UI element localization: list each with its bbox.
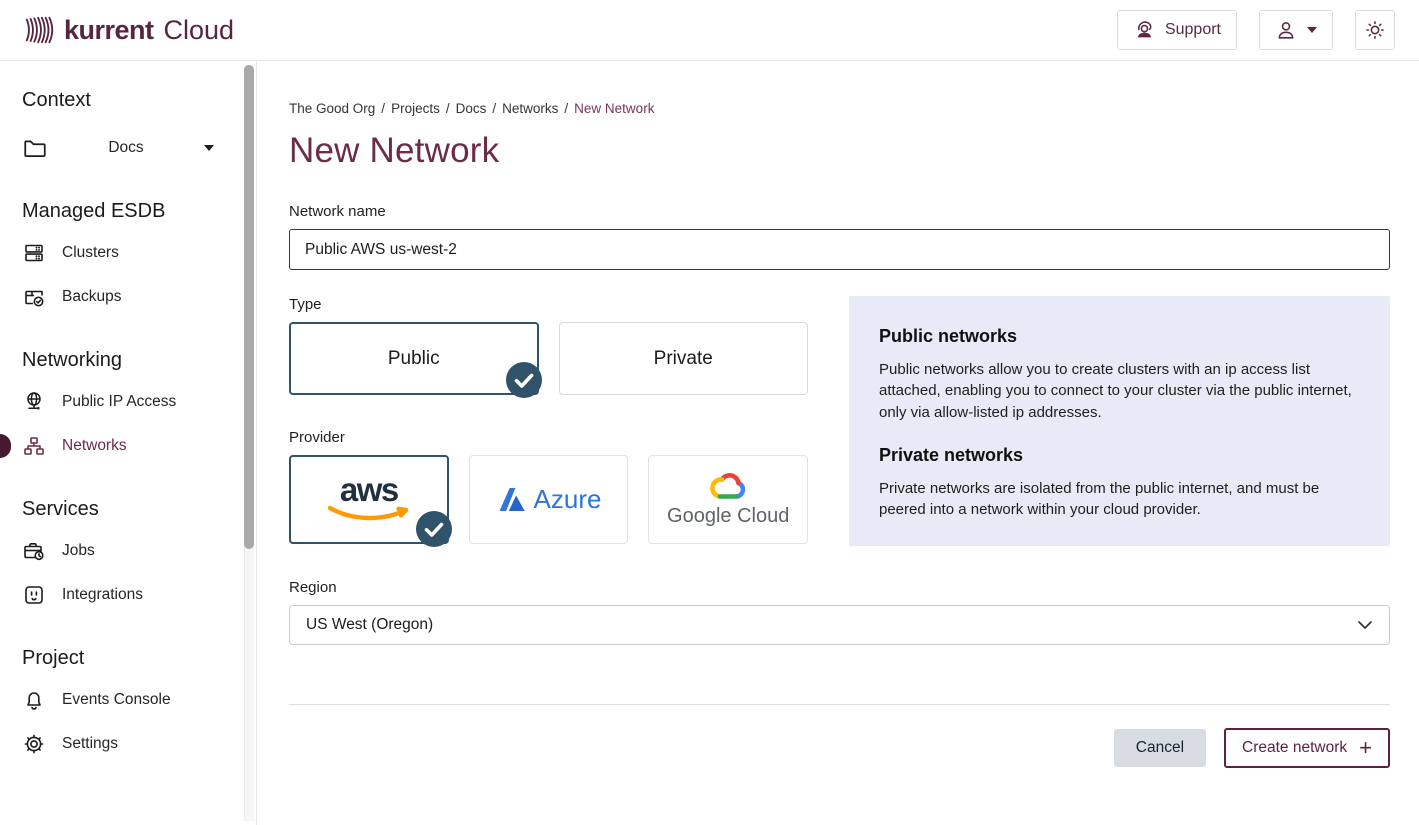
- chevron-down-icon: [1357, 620, 1373, 630]
- breadcrumb-separator: /: [492, 101, 496, 116]
- briefcase-icon: [22, 539, 46, 563]
- sidebar-item-jobs[interactable]: Jobs: [22, 529, 232, 573]
- outlet-icon: [22, 583, 46, 607]
- support-label: Support: [1165, 21, 1221, 39]
- type-option-label: Public: [388, 348, 440, 370]
- sidebar-heading-managed-esdb: Managed ESDB: [22, 200, 232, 223]
- breadcrumb-separator: /: [381, 101, 385, 116]
- provider-option-azure[interactable]: Azure: [469, 455, 629, 544]
- kurrent-cloud-logo: kurrent Cloud: [24, 13, 234, 47]
- type-label: Type: [289, 296, 808, 313]
- bell-icon: [22, 688, 46, 712]
- breadcrumb: The Good Org / Projects / Docs / Networks / New …: [289, 101, 1390, 116]
- sidebar-item-label: Settings: [62, 735, 118, 753]
- sidebar-item-label: Integrations: [62, 586, 143, 604]
- type-option-public[interactable]: Public: [289, 322, 539, 395]
- network-types-info-panel: Public networks Public networks allow yo…: [849, 296, 1390, 546]
- network-name-input[interactable]: [289, 229, 1390, 270]
- provider-option-aws[interactable]: aws: [289, 455, 449, 544]
- sidebar-item-networks[interactable]: Networks: [22, 424, 232, 468]
- sitemap-icon: [22, 434, 46, 458]
- sidebar-heading-project: Project: [22, 647, 232, 670]
- sidebar-heading-services: Services: [22, 498, 232, 521]
- sidebar-item-label: Backups: [62, 288, 121, 306]
- create-network-button[interactable]: Create network +: [1224, 728, 1390, 768]
- public-networks-description: Public networks allow you to create clus…: [879, 359, 1360, 423]
- page-title: New Network: [289, 131, 1390, 171]
- theme-toggle-button[interactable]: [1355, 10, 1395, 50]
- region-select[interactable]: US West (Oregon): [289, 605, 1390, 645]
- private-networks-description: Private networks are isolated from the p…: [879, 478, 1360, 521]
- type-option-label: Private: [654, 348, 713, 370]
- globe-icon: [22, 390, 46, 414]
- breadcrumb-project-docs[interactable]: Docs: [456, 101, 487, 116]
- google-cloud-logo-text: Google Cloud: [667, 505, 789, 528]
- cancel-button[interactable]: Cancel: [1114, 729, 1206, 767]
- breadcrumb-networks[interactable]: Networks: [502, 101, 558, 116]
- public-networks-heading: Public networks: [879, 326, 1360, 347]
- backups-icon: [22, 285, 46, 309]
- brand-name: kurrent: [64, 15, 154, 46]
- sidebar-heading-networking: Networking: [22, 349, 232, 372]
- user-menu-button[interactable]: [1259, 10, 1333, 50]
- breadcrumb-projects[interactable]: Projects: [391, 101, 440, 116]
- headset-icon: [1133, 19, 1155, 41]
- breadcrumb-org[interactable]: The Good Org: [289, 101, 375, 116]
- region-label: Region: [289, 579, 1390, 596]
- sidebar-item-integrations[interactable]: Integrations: [22, 573, 232, 617]
- support-button[interactable]: Support: [1117, 10, 1237, 50]
- active-item-indicator: [0, 434, 11, 458]
- selected-check-icon: [416, 511, 452, 547]
- sun-icon: [1364, 19, 1386, 41]
- chevron-down-icon: [1307, 27, 1317, 33]
- folder-icon: [22, 135, 48, 161]
- aws-smile-icon: [325, 505, 413, 523]
- provider-label: Provider: [289, 429, 808, 446]
- sidebar-item-label: Jobs: [62, 542, 95, 560]
- sidebar-item-backups[interactable]: Backups: [22, 275, 232, 319]
- create-network-label: Create network: [1242, 739, 1347, 757]
- brand-suffix: Cloud: [164, 15, 235, 46]
- footer-divider: [289, 704, 1390, 705]
- type-option-private[interactable]: Private: [559, 322, 809, 395]
- private-networks-heading: Private networks: [879, 445, 1360, 466]
- app-header: kurrent Cloud Support: [0, 0, 1419, 61]
- network-name-label: Network name: [289, 203, 1390, 220]
- breadcrumb-current: New Network: [574, 101, 654, 116]
- breadcrumb-separator: /: [564, 101, 568, 116]
- google-cloud-logo-icon: [707, 472, 749, 502]
- main-content: The Good Org / Projects / Docs / Networks / New …: [257, 61, 1419, 825]
- azure-logo-icon: [496, 486, 526, 513]
- chevron-down-icon: [204, 145, 214, 151]
- sidebar-item-settings[interactable]: Settings: [22, 722, 232, 766]
- sidebar: Context Docs Managed ESDB Clusters: [0, 61, 257, 825]
- plus-icon: +: [1359, 737, 1372, 759]
- sidebar-item-events-console[interactable]: Events Console: [22, 678, 232, 722]
- breadcrumb-separator: /: [446, 101, 450, 116]
- sidebar-heading-context: Context: [22, 89, 232, 112]
- waves-logo-icon: [24, 13, 56, 47]
- selected-check-icon: [506, 362, 542, 398]
- sidebar-scrollbar-thumb[interactable]: [244, 65, 254, 549]
- sidebar-item-label: Public IP Access: [62, 393, 176, 411]
- user-icon: [1275, 19, 1297, 41]
- sidebar-item-docs-context-switcher[interactable]: Docs: [22, 126, 214, 170]
- region-selected-value: US West (Oregon): [306, 616, 433, 634]
- clusters-icon: [22, 241, 46, 265]
- sidebar-item-label: Networks: [62, 437, 127, 455]
- sidebar-item-clusters[interactable]: Clusters: [22, 231, 232, 275]
- sidebar-item-label: Clusters: [62, 244, 119, 262]
- aws-logo: aws: [340, 476, 398, 504]
- provider-option-google-cloud[interactable]: Google Cloud: [648, 455, 808, 544]
- sidebar-item-public-ip-access[interactable]: Public IP Access: [22, 380, 232, 424]
- context-label: Docs: [64, 139, 188, 157]
- azure-logo-text: Azure: [534, 484, 602, 515]
- gear-icon: [22, 732, 46, 756]
- sidebar-item-label: Events Console: [62, 691, 171, 709]
